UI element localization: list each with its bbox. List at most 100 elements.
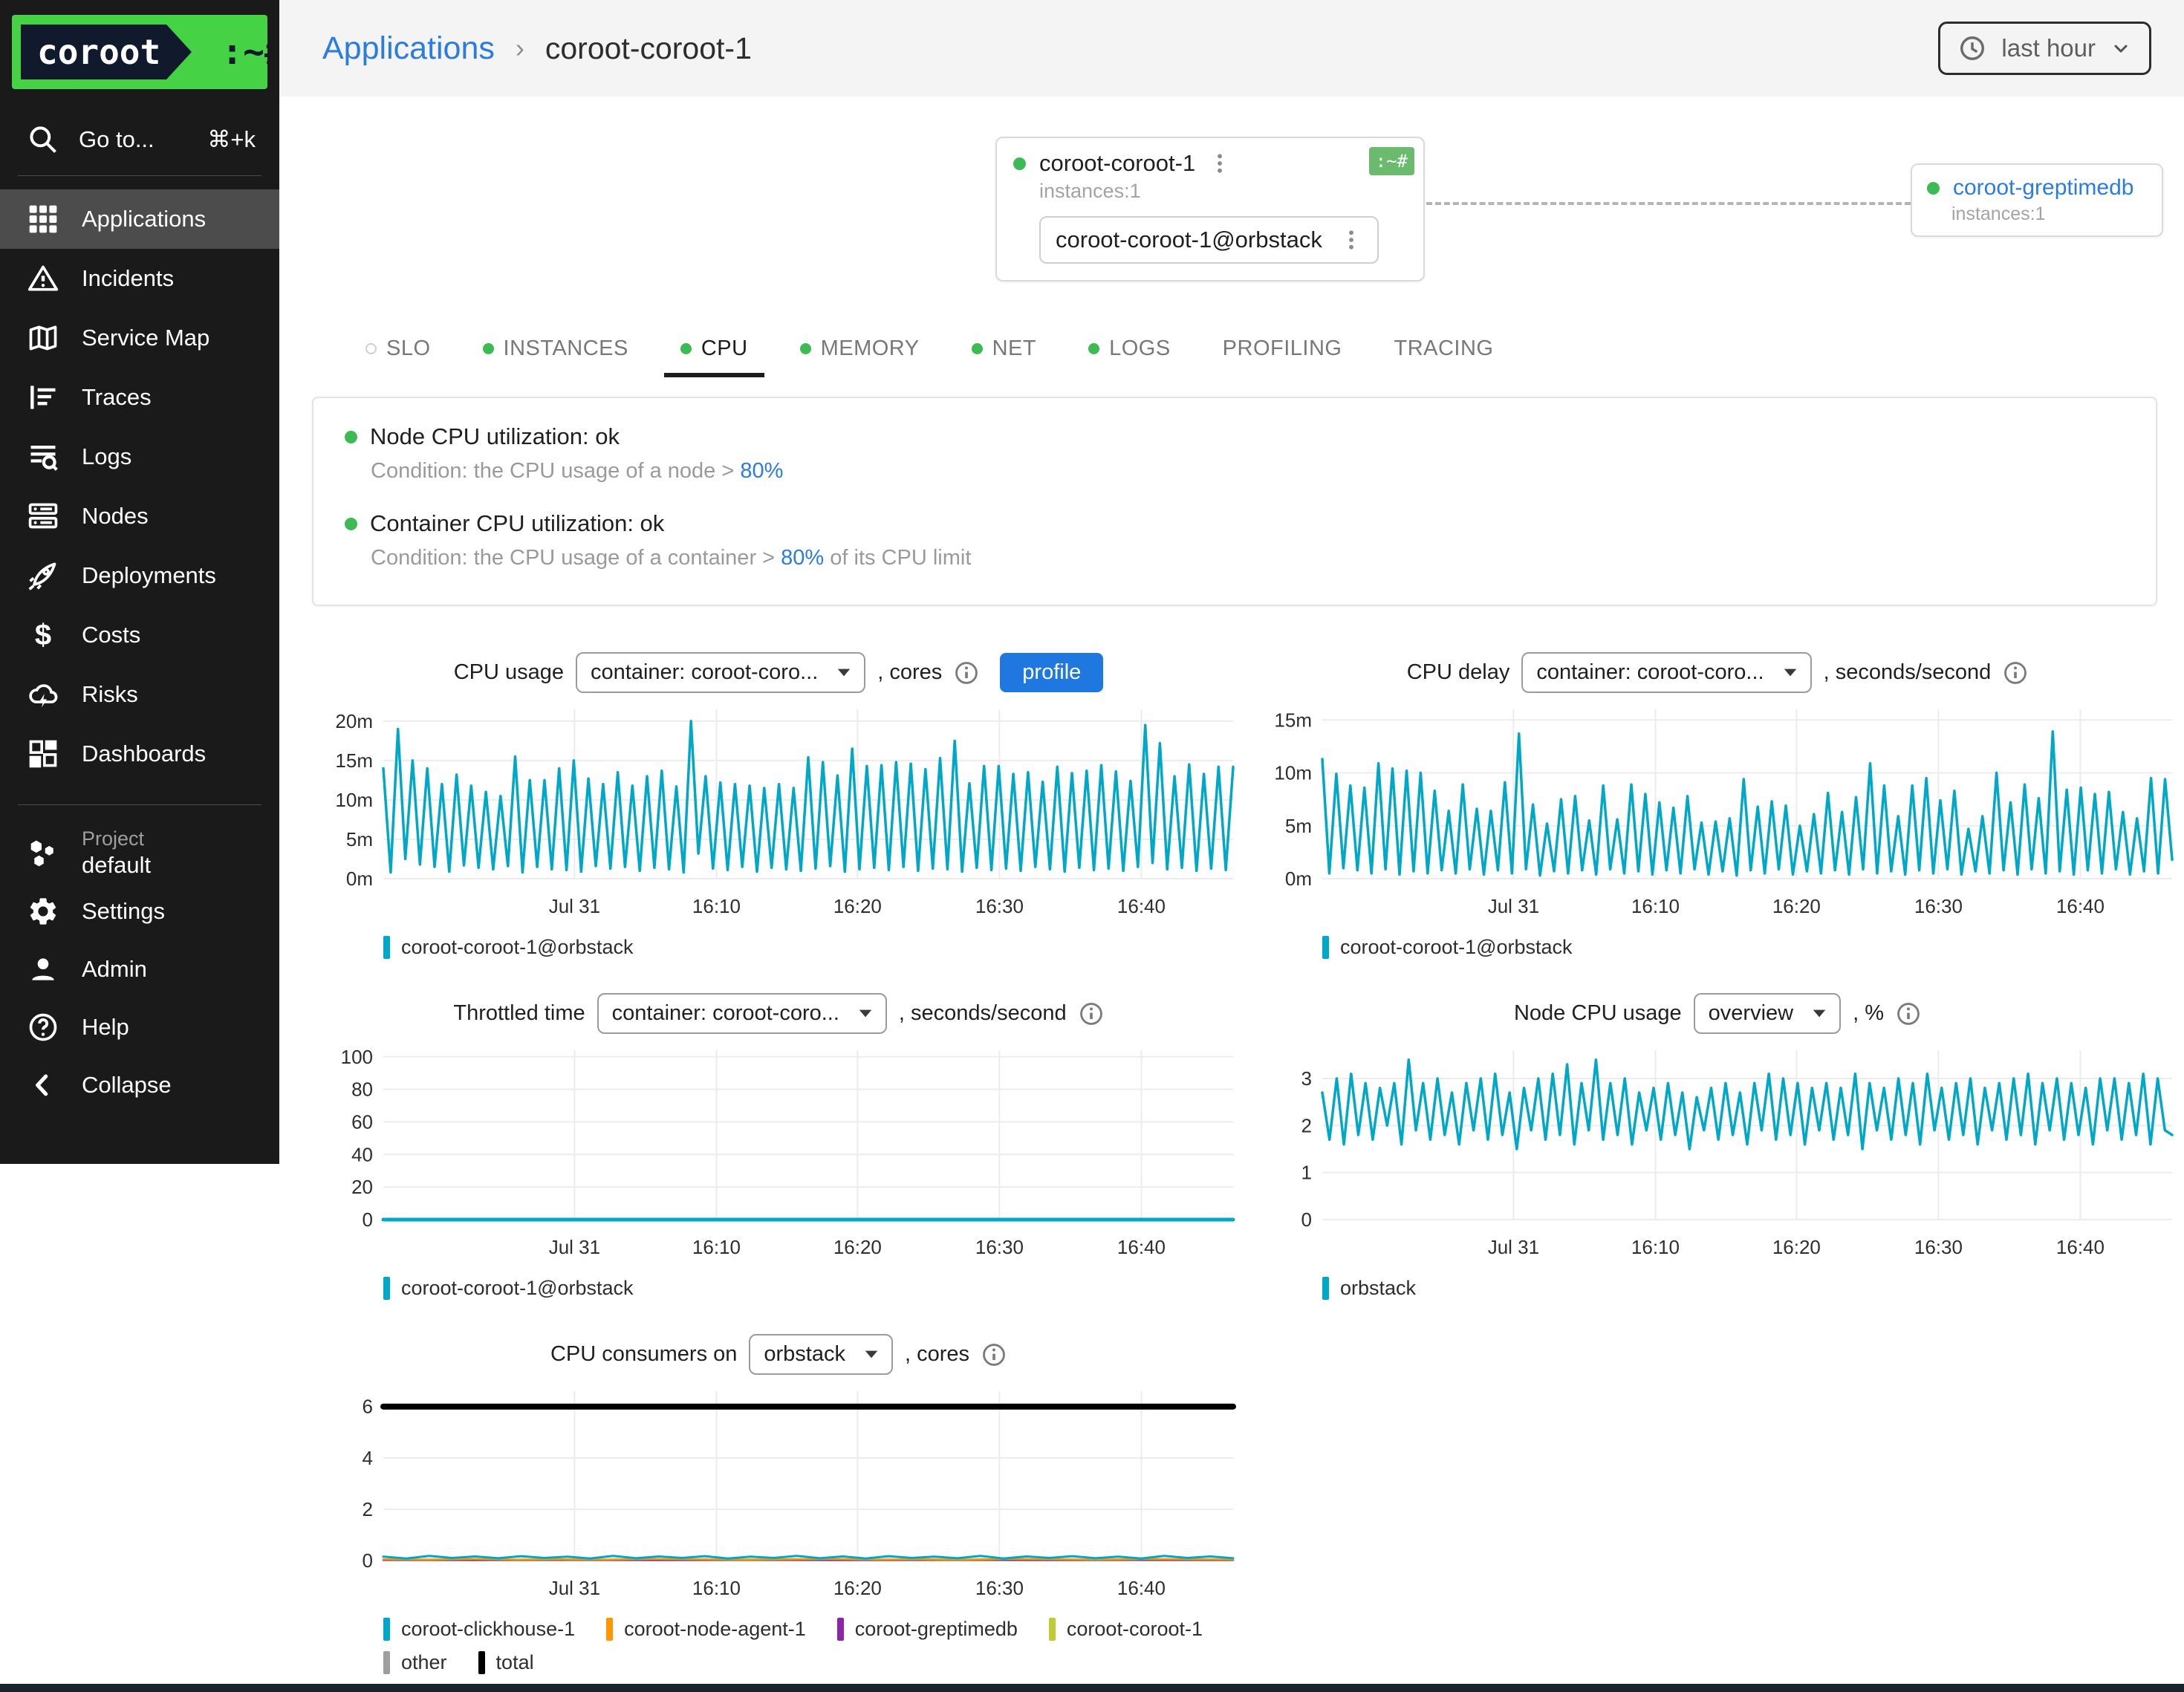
tab-tracing[interactable]: TRACING — [1377, 336, 1509, 377]
info-icon[interactable] — [2003, 660, 2028, 686]
instance-name: coroot-coroot-1@orbstack — [1056, 227, 1322, 253]
sidebar-item-applications[interactable]: Applications — [0, 189, 279, 249]
status-dot-green — [483, 343, 494, 354]
dependency-connector — [1426, 202, 1911, 205]
sidebar-item-logs[interactable]: Logs — [0, 427, 279, 487]
chart-throttled-time: Throttled timecontainer: coroot-coro...,… — [312, 993, 1245, 1300]
info-icon[interactable] — [1079, 1001, 1104, 1026]
instance-chip[interactable]: coroot-coroot-1@orbstack — [1039, 216, 1379, 264]
kebab-menu-icon[interactable] — [1340, 227, 1362, 253]
legend-swatch — [478, 1651, 485, 1674]
chart-title-row: Throttled timecontainer: coroot-coro...,… — [312, 993, 1245, 1034]
info-icon[interactable] — [1896, 1001, 1921, 1026]
sidebar-item-incidents[interactable]: Incidents — [0, 249, 279, 308]
app-card-coroot-coroot-1[interactable]: :~# coroot-coroot-1 instances:1 coroot-c… — [995, 137, 1425, 282]
sidebar-item-collapse[interactable]: Collapse — [0, 1056, 279, 1114]
legend-item-coroot-node-agent-1[interactable]: coroot-node-agent-1 — [606, 1618, 806, 1641]
legend-item-orbstack[interactable]: orbstack — [1322, 1277, 1416, 1300]
cpu-usage-selector[interactable]: container: coroot-coro... — [576, 652, 865, 693]
chart-legend: coroot-clickhouse-1 coroot-node-agent-1 co… — [383, 1618, 1230, 1674]
legend-item-coroot-greptimedb[interactable]: coroot-greptimedb — [837, 1618, 1018, 1641]
info-icon[interactable] — [954, 660, 979, 686]
cloud-bolt-icon — [27, 678, 59, 711]
svg-text:Jul 31: Jul 31 — [549, 1236, 600, 1258]
sidebar-item-deployments[interactable]: Deployments — [0, 546, 279, 605]
gear-icon — [27, 895, 59, 928]
legend-item-coroot-coroot-1-orbstack[interactable]: coroot-coroot-1@orbstack — [383, 936, 634, 959]
svg-text:16:10: 16:10 — [1631, 895, 1680, 917]
chart-node-cpu-usage: Node CPU usageoverview, %0123Jul 3116:10… — [1251, 993, 2184, 1300]
svg-text:40: 40 — [351, 1143, 373, 1165]
bottom-edge-bar — [0, 1684, 2184, 1692]
chart-title-row: CPU consumers onorbstack, cores — [312, 1334, 1245, 1375]
instances-count: instances:1 — [1039, 180, 1407, 203]
svg-text:60: 60 — [351, 1110, 373, 1133]
svg-text:16:30: 16:30 — [975, 1577, 1024, 1599]
svg-text:Jul 31: Jul 31 — [1488, 1236, 1539, 1258]
sidebar-item-nodes[interactable]: Nodes — [0, 487, 279, 546]
profile-button[interactable]: profile — [1000, 653, 1103, 692]
kebab-menu-icon[interactable] — [1209, 151, 1231, 176]
app-card-coroot-greptimedb[interactable]: coroot-greptimedb instances:1 — [1911, 163, 2163, 237]
legend-label: coroot-clickhouse-1 — [401, 1618, 575, 1641]
tab-memory[interactable]: MEMORY — [784, 336, 936, 377]
sidebar-item-service-map[interactable]: Service Map — [0, 308, 279, 368]
tab-instances[interactable]: INSTANCES — [467, 336, 645, 377]
sidebar: coroot :~# Go to... ⌘+k ApplicationsInci… — [0, 0, 279, 1164]
sidebar-item-admin[interactable]: Admin — [0, 940, 279, 998]
coroot-logo[interactable]: coroot :~# — [12, 15, 267, 89]
go-to-search[interactable]: Go to... ⌘+k — [0, 107, 279, 175]
sidebar-item-settings[interactable]: Settings — [0, 882, 279, 940]
cpu-consumers-selector[interactable]: orbstack — [749, 1334, 893, 1375]
legend-item-other[interactable]: other — [383, 1651, 447, 1674]
cpu-delay-selector[interactable]: container: coroot-coro... — [1521, 652, 1811, 693]
peer-app-link[interactable]: coroot-greptimedb — [1953, 175, 2133, 201]
svg-text:16:30: 16:30 — [1914, 895, 1963, 917]
tab-profiling[interactable]: PROFILING — [1206, 336, 1359, 377]
sidebar-item-help[interactable]: Help — [0, 998, 279, 1056]
info-icon[interactable] — [981, 1342, 1007, 1367]
svg-text:16:40: 16:40 — [1117, 895, 1166, 917]
throttled-time-selector[interactable]: container: coroot-coro... — [597, 993, 887, 1034]
node-cpu-usage-selector[interactable]: overview — [1694, 993, 1841, 1034]
condition-text: Condition: the CPU usage of a node > — [371, 459, 740, 483]
svg-text:16:20: 16:20 — [833, 895, 882, 917]
legend-item-coroot-coroot-1-orbstack[interactable]: coroot-coroot-1@orbstack — [383, 1277, 634, 1300]
breadcrumb-applications[interactable]: Applications — [322, 30, 495, 67]
chart-legend: orbstack — [1322, 1277, 2169, 1300]
sidebar-item-costs[interactable]: $Costs — [0, 605, 279, 665]
sidebar-item-risks[interactable]: Risks — [0, 665, 279, 724]
chart-unit-suffix: , cores — [877, 660, 942, 685]
threshold-link[interactable]: 80% — [740, 459, 783, 483]
legend-item-coroot-coroot-1[interactable]: coroot-coroot-1 — [1049, 1618, 1203, 1641]
sidebar-item-project[interactable]: Project default — [0, 824, 279, 882]
sidebar-nav: ApplicationsIncidentsService Map Traces Lo… — [0, 189, 279, 784]
chart-title-row: Node CPU usageoverview, % — [1251, 993, 2184, 1034]
tab-slo[interactable]: SLO — [349, 336, 447, 377]
sidebar-footer: Project default SettingsAdminHelpCollaps… — [0, 824, 279, 1114]
svg-text:1: 1 — [1301, 1162, 1312, 1184]
svg-text:16:30: 16:30 — [1914, 1236, 1963, 1258]
status-dot-green — [345, 431, 357, 443]
legend-item-coroot-coroot-1-orbstack[interactable]: coroot-coroot-1@orbstack — [1322, 936, 1573, 959]
sidebar-divider — [18, 175, 261, 176]
report-tabs: SLO INSTANCES CPU MEMORY NET LOGS PROFILING TRA… — [279, 313, 2184, 377]
legend-label: coroot-greptimedb — [855, 1618, 1018, 1641]
svg-text:16:20: 16:20 — [833, 1236, 882, 1258]
tab-label: LOGS — [1109, 336, 1171, 361]
tab-net[interactable]: NET — [955, 336, 1053, 377]
tab-logs[interactable]: LOGS — [1072, 336, 1187, 377]
legend-swatch — [383, 1651, 390, 1674]
person-icon — [27, 953, 59, 986]
sidebar-item-label: Traces — [82, 384, 152, 411]
legend-item-total[interactable]: total — [478, 1651, 534, 1674]
sidebar-item-traces[interactable]: Traces — [0, 368, 279, 427]
legend-swatch — [383, 936, 390, 959]
sidebar-item-label: Dashboards — [82, 741, 206, 767]
svg-text:5m: 5m — [1285, 815, 1312, 837]
sidebar-item-dashboards[interactable]: Dashboards — [0, 724, 279, 784]
time-range-picker[interactable]: last hour — [1938, 22, 2151, 75]
threshold-link[interactable]: 80% — [781, 546, 824, 570]
legend-item-coroot-clickhouse-1[interactable]: coroot-clickhouse-1 — [383, 1618, 575, 1641]
tab-cpu[interactable]: CPU — [664, 336, 764, 377]
